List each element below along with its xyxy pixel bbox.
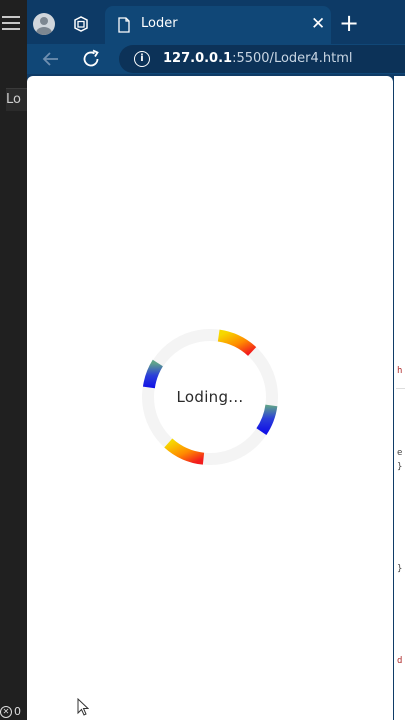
devtools-fragment: } xyxy=(397,564,403,574)
url-host: 127.0.0.1 xyxy=(163,51,233,66)
close-tab-icon[interactable]: ✕ xyxy=(311,14,325,34)
page-viewport: Loding... xyxy=(27,76,393,720)
tab-title: Loder xyxy=(141,16,178,31)
editor-tab-fragment[interactable]: Lo xyxy=(6,88,27,111)
document-icon xyxy=(118,17,130,33)
devtools-divider xyxy=(396,388,405,389)
browser-window: Loder ✕ + i 127.0.0.1:5500/Loder4.html L… xyxy=(27,0,405,720)
menu-icon[interactable] xyxy=(2,16,20,30)
address-bar[interactable]: i 127.0.0.1:5500/Loder4.html xyxy=(119,45,405,73)
error-icon: ✕ xyxy=(0,705,12,718)
devtools-fragment: e xyxy=(397,448,403,458)
devtools-fragment: d xyxy=(397,656,403,666)
site-info-icon[interactable]: i xyxy=(134,51,150,67)
workspaces-icon[interactable] xyxy=(71,14,91,34)
tab-strip: Loder ✕ + xyxy=(27,0,405,44)
url-path: :5500/Loder4.html xyxy=(232,51,353,66)
devtools-fragment: } xyxy=(397,462,403,472)
tab-loder[interactable]: Loder ✕ xyxy=(105,6,331,44)
mouse-cursor-icon xyxy=(77,698,89,716)
loader-spinner: Loding... xyxy=(140,327,280,467)
devtools-panel-edge: h e } } d xyxy=(394,76,405,720)
editor-side-panel: Lo ✕ 0 xyxy=(0,0,27,720)
browser-toolbar: i 127.0.0.1:5500/Loder4.html xyxy=(27,44,405,74)
editor-tab-label: Lo xyxy=(6,92,21,107)
new-tab-icon[interactable]: + xyxy=(339,9,359,37)
refresh-icon[interactable] xyxy=(79,47,103,71)
back-arrow-icon[interactable] xyxy=(39,47,63,71)
profile-avatar-icon[interactable] xyxy=(33,13,55,35)
devtools-fragment: h xyxy=(397,366,403,376)
url-text: 127.0.0.1:5500/Loder4.html xyxy=(163,51,353,66)
error-count: 0 xyxy=(14,705,21,718)
status-errors[interactable]: ✕ 0 xyxy=(0,703,27,720)
loader-text: Loding... xyxy=(176,388,244,406)
